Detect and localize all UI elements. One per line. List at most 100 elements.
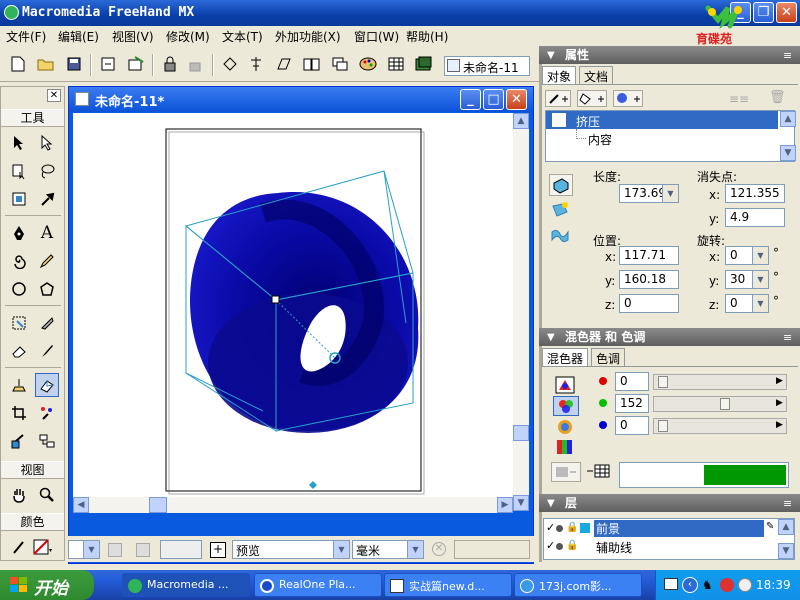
knife-tool-icon[interactable] [35, 311, 59, 335]
next-page-icon[interactable] [136, 543, 150, 557]
add-stroke-icon[interactable] [545, 90, 571, 107]
open-folder-icon[interactable] [36, 54, 56, 74]
pencil-tool-icon[interactable] [35, 249, 59, 273]
menu-view[interactable]: 视图(V) [112, 28, 154, 45]
zoom-tool-icon[interactable] [35, 483, 59, 507]
prev-page-icon[interactable] [108, 543, 122, 557]
green-slider[interactable]: ▶ [653, 396, 787, 412]
blue-slider-right-arrow[interactable]: ▶ [776, 420, 783, 430]
cancel-render-icon[interactable]: ✕ [432, 542, 446, 556]
tab-document[interactable]: 文档 [579, 66, 614, 84]
extrude-tool-icon[interactable] [35, 373, 59, 397]
task-macromedia[interactable]: Macromedia ... [122, 573, 250, 597]
drawing-canvas[interactable] [73, 113, 513, 497]
add-page-icon[interactable]: + [210, 542, 226, 558]
layer-preview-icon[interactable] [556, 543, 563, 550]
color-palette-icon[interactable] [358, 54, 378, 74]
lock-icon[interactable] [160, 54, 180, 74]
scroll-up-button[interactable]: ▲ [513, 113, 529, 129]
scroll-right-button[interactable]: ▶ [497, 497, 513, 513]
scale-tool-icon[interactable] [7, 187, 31, 211]
vertical-scroll-thumb[interactable] [513, 425, 529, 441]
extrude-lighting-icon[interactable] [549, 200, 573, 222]
layer-color-icon[interactable] [580, 523, 590, 533]
layer-name-guides[interactable]: 辅助线 [596, 539, 632, 556]
crop-tool-icon[interactable] [7, 401, 31, 425]
page-number-field[interactable] [160, 540, 202, 559]
ellipse-tool-icon[interactable] [7, 277, 31, 301]
menu-file[interactable]: 文件(F) [6, 28, 46, 45]
collapse-triangle-icon[interactable]: ▼ [547, 498, 555, 509]
import-icon[interactable] [98, 54, 118, 74]
layer-lock-icon[interactable]: 🔒 [566, 540, 578, 551]
book-icon[interactable] [302, 54, 322, 74]
menu-xtras[interactable]: 外加功能(X) [275, 28, 341, 45]
tree-item-contents[interactable]: 内容 [588, 131, 612, 148]
menu-help[interactable]: 帮助(H) [406, 28, 448, 45]
polygon-tool-icon[interactable] [35, 277, 59, 301]
cmyk-mode-icon[interactable] [555, 376, 577, 394]
align-icon[interactable] [246, 54, 266, 74]
swatches-icon[interactable] [414, 54, 434, 74]
vanish-x-field[interactable]: 121.355 [725, 184, 785, 203]
tab-mixer[interactable]: 混色器 [542, 348, 589, 366]
vertical-scrollbar[interactable]: ▲ ▼ [513, 113, 529, 511]
tray-antivirus-icon[interactable] [720, 578, 734, 592]
group-icon[interactable] [220, 54, 240, 74]
tray-expand-icon[interactable]: ‹ [682, 577, 698, 593]
layers-icon[interactable] [330, 54, 350, 74]
doc-minimize-button[interactable]: _ [460, 89, 481, 110]
eraser-tool-icon[interactable] [7, 339, 31, 363]
tab-object[interactable]: 对象 [542, 66, 577, 84]
green-value-field[interactable]: 152 [615, 394, 649, 413]
rot-y-field[interactable]: 30 ▼ [725, 270, 769, 289]
blue-value-field[interactable]: 0 [615, 416, 649, 435]
red-slider-thumb[interactable] [658, 376, 668, 388]
hand-tool-icon[interactable] [7, 483, 31, 507]
doc-close-button[interactable]: ✕ [506, 89, 527, 110]
connector-tool-icon[interactable] [7, 429, 31, 453]
layer-row-guides[interactable]: ✓ 🔒 辅助线 [544, 538, 778, 555]
symbol-spray-tool-icon[interactable] [35, 401, 59, 425]
pos-y-field[interactable]: 160.18 [619, 270, 679, 289]
close-button[interactable]: ✕ [776, 2, 797, 23]
subselect-tool-icon[interactable] [35, 131, 59, 155]
tray-volume-icon[interactable] [738, 578, 752, 592]
page-tool-icon[interactable] [7, 159, 31, 183]
length-field[interactable]: 173.69 ▼ [619, 184, 679, 203]
menu-text[interactable]: 文本(T) [222, 28, 263, 45]
blue-slider[interactable]: ▶ [653, 418, 787, 434]
doc-maximize-button[interactable]: □ [483, 89, 504, 110]
table-icon[interactable] [386, 54, 406, 74]
task-browser[interactable]: 173j.com影... [514, 573, 642, 597]
delete-item-icon[interactable]: 🗑 [769, 90, 787, 107]
red-value-field[interactable]: 0 [615, 372, 649, 391]
start-button[interactable]: 开始 [0, 570, 94, 600]
swatch-grid-icon[interactable] [585, 462, 613, 482]
layer-name-foreground[interactable]: 前景 [594, 520, 764, 537]
rot-x-field[interactable]: 0 ▼ [725, 246, 769, 265]
layer-color-icon[interactable] [580, 541, 590, 551]
eyedropper-tool-icon[interactable] [35, 187, 59, 211]
layer-lock-icon[interactable]: 🔒 [566, 522, 578, 533]
text-tool-icon[interactable]: A [35, 221, 59, 245]
horizontal-scroll-thumb[interactable] [149, 497, 167, 513]
tree-scroll-up-button[interactable]: ▲ [780, 111, 796, 127]
transform-icon[interactable] [274, 54, 294, 74]
rot-z-field[interactable]: 0 ▼ [725, 294, 769, 313]
hls-mode-icon[interactable] [555, 418, 577, 436]
lasso-tool-icon[interactable] [35, 159, 59, 183]
keyboard-icon[interactable] [664, 578, 678, 590]
layers-header[interactable]: 层 [539, 494, 800, 512]
extrude-shape-icon[interactable] [549, 174, 573, 196]
collapse-triangle-icon[interactable]: ▼ [547, 50, 555, 61]
green-slider-thumb[interactable] [720, 398, 730, 410]
fill-color-icon[interactable] [31, 535, 55, 559]
save-icon[interactable] [64, 54, 84, 74]
layer-preview-icon[interactable] [556, 525, 563, 532]
layer-row-foreground[interactable]: ✓ 🔒 前景 ✎ [544, 520, 778, 537]
view-mode-dropdown[interactable]: 预览 ▼ [232, 540, 350, 559]
red-slider-right-arrow[interactable]: ▶ [776, 376, 783, 386]
panel-splitter[interactable] [539, 46, 542, 562]
collapse-triangle-icon[interactable]: ▼ [547, 332, 555, 343]
